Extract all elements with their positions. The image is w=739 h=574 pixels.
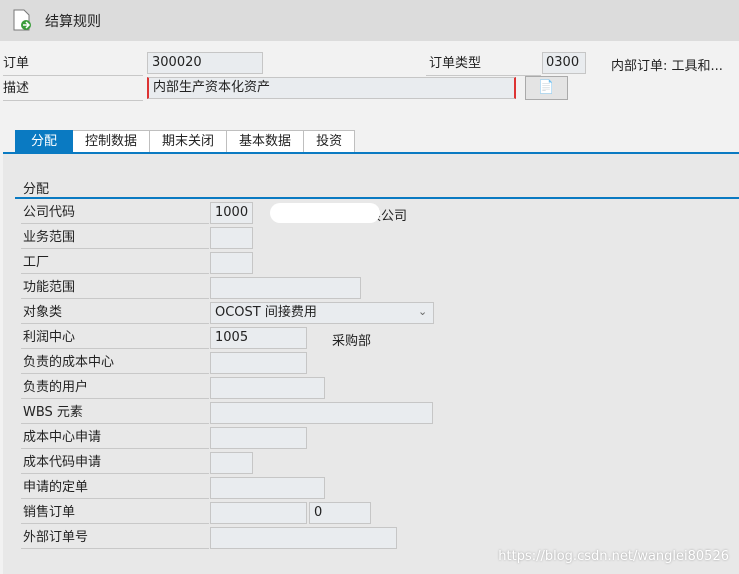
watermark: https://blog.csdn.net/wanglei80526 [498, 549, 729, 564]
requesting-order-label: 申请的定单 [21, 477, 209, 499]
sales-order-label: 销售订单 [21, 502, 209, 524]
tab-strip: 分配 控制数据 期末关闭 基本数据 投资 [15, 130, 356, 154]
title-bar [0, 0, 739, 41]
object-class-label: 对象类 [21, 302, 209, 324]
redaction [270, 203, 380, 223]
tab-investment[interactable]: 投资 [304, 130, 356, 154]
responsible-cost-center-label: 负责的成本中心 [21, 352, 209, 374]
document-arrow-icon [13, 9, 31, 31]
section-divider [15, 197, 739, 199]
requesting-cost-center-field[interactable] [210, 427, 307, 449]
order-label: 订单 [3, 53, 143, 76]
sales-order-field[interactable] [210, 502, 307, 524]
requesting-company-code-label: 成本代码申请 [21, 452, 209, 474]
requesting-company-code-field[interactable] [210, 452, 253, 474]
business-area-label: 业务范围 [21, 227, 209, 249]
plant-field[interactable] [210, 252, 253, 274]
requesting-cost-center-label: 成本中心申请 [21, 427, 209, 449]
functional-area-label: 功能范围 [21, 277, 209, 299]
profit-center-label: 利润中心 [21, 327, 209, 349]
responsible-user-field[interactable] [210, 377, 325, 399]
responsible-user-label: 负责的用户 [21, 377, 209, 399]
description-field[interactable]: 内部生产资本化资产 [147, 77, 516, 99]
description-label: 描述 [3, 78, 143, 101]
business-area-field[interactable] [210, 227, 253, 249]
wbs-element-label: WBS 元素 [21, 402, 209, 424]
order-type-description: 内部订单: 工具和... [611, 59, 723, 74]
tab-period-end[interactable]: 期末关闭 [150, 130, 228, 154]
responsible-cost-center-field[interactable] [210, 352, 307, 374]
requesting-order-field[interactable] [210, 477, 325, 499]
long-text-button[interactable]: 📄 [525, 76, 568, 100]
sales-order-item-field[interactable]: 0 [309, 502, 371, 524]
company-code-field[interactable]: 1000 [210, 202, 253, 224]
tab-control-data[interactable]: 控制数据 [73, 130, 151, 154]
profit-center-field[interactable]: 1005 [210, 327, 307, 349]
page-title: 结算规则 [45, 14, 101, 30]
plant-label: 工厂 [21, 252, 209, 274]
external-order-number-label: 外部订单号 [21, 527, 209, 549]
wbs-element-field[interactable] [210, 402, 433, 424]
order-type-field[interactable]: 0300 [542, 52, 586, 74]
section-title: 分配 [23, 182, 50, 197]
profit-center-description: 采购部 [332, 334, 372, 349]
tab-assignment[interactable]: 分配 [15, 130, 74, 154]
object-class-field[interactable]: OCOST 间接费用 [210, 302, 434, 324]
document-glasses-icon: 📄 [538, 80, 555, 95]
tab-basic-data[interactable]: 基本数据 [227, 130, 305, 154]
functional-area-field[interactable] [210, 277, 361, 299]
company-code-label: 公司代码 [21, 202, 209, 224]
order-field[interactable]: 300020 [147, 52, 263, 74]
external-order-number-field[interactable] [210, 527, 397, 549]
chevron-down-icon[interactable]: ⌄ [418, 305, 427, 318]
tab-underline [3, 152, 739, 154]
order-type-label: 订单类型 [426, 53, 541, 76]
